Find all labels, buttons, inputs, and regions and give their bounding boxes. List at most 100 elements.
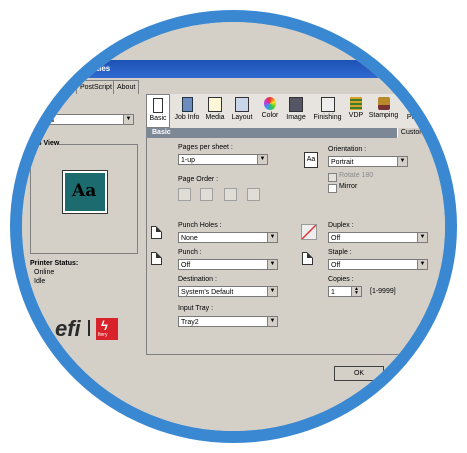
pages-per-sheet-label: Pages per sheet :	[178, 144, 233, 151]
chevron-down-icon: ▼	[267, 260, 277, 269]
toolbar-layout[interactable]: Layout	[228, 94, 256, 128]
orientation-value: Portrait	[331, 159, 354, 166]
fiery-logo: ϟ fiery	[96, 318, 118, 340]
punch-holes-label: Punch Holes :	[178, 222, 222, 229]
punch-select[interactable]: Off ▼	[178, 259, 278, 270]
tab-postscript[interactable]: PostScript	[76, 80, 116, 94]
ok-button[interactable]: OK	[334, 366, 384, 381]
duplex-select[interactable]: Off ▼	[328, 232, 428, 243]
duplex-value: Off	[331, 235, 341, 242]
toolbar-printer-label: Printe	[406, 114, 426, 121]
duplex-label: Duplex :	[328, 222, 354, 229]
tab-strip: PostScript About	[22, 78, 150, 94]
status-online: Online	[34, 269, 55, 276]
chevron-down-icon: ▼	[267, 233, 277, 242]
punch-value: Off	[181, 262, 191, 269]
mirror-checkbox[interactable]	[328, 184, 337, 193]
page-order-label: Page Order :	[178, 176, 219, 183]
section-header: Basic Customize	[146, 128, 445, 138]
vdp-icon	[350, 97, 362, 110]
lightning-icon: ϟ	[101, 318, 108, 333]
stamping-icon	[377, 97, 390, 110]
rotate-checkbox[interactable]	[328, 173, 337, 182]
toolbar-vdp[interactable]: VDP	[346, 94, 366, 128]
finishing-icon	[320, 97, 335, 112]
toolbar-basic-label: Basic	[149, 115, 167, 122]
toolbar-stamping-label: Stamping	[368, 112, 399, 119]
window-title: perties	[84, 64, 111, 73]
staple-label: Staple :	[328, 249, 352, 256]
chevron-down-icon: ▼	[417, 233, 427, 242]
staple-icon	[302, 252, 313, 265]
destination-label: Destination :	[178, 276, 217, 283]
properties-window: perties PostScript About ntitled ▼ ob Vi…	[22, 22, 445, 431]
toolbar-stamping[interactable]: Stamping	[367, 94, 400, 128]
toolbar-media-label: Media	[205, 114, 225, 121]
job-select[interactable]: ntitled ▼	[30, 114, 134, 125]
job-info-icon	[181, 97, 193, 112]
input-tray-value: Tray2	[181, 319, 199, 326]
title-bar: perties	[22, 60, 445, 78]
page-order-option-3[interactable]	[224, 188, 237, 201]
job-view-group: ob View Aa	[30, 140, 138, 254]
input-tray-select[interactable]: Tray2 ▼	[178, 316, 278, 327]
punch-label: Punch :	[178, 249, 202, 256]
chevron-down-icon: ▼	[417, 260, 427, 269]
punch-holes-select[interactable]: None ▼	[178, 232, 278, 243]
customize-button[interactable]: Customize	[396, 128, 437, 138]
page-order-option-1[interactable]	[178, 188, 191, 201]
fiery-text: fiery	[98, 332, 108, 338]
toolbar-image[interactable]: Image	[283, 94, 309, 128]
left-panel: ntitled ▼ ob View Aa Printer Status: Onl…	[22, 94, 147, 354]
toolbar-layout-label: Layout	[231, 114, 253, 121]
toolbar-color[interactable]: Color	[258, 94, 282, 128]
staple-select[interactable]: Off ▼	[328, 259, 428, 270]
mirror-label: Mirror	[339, 183, 358, 190]
category-toolbar: Basic Job Info Media Layout Color Image	[146, 94, 445, 128]
job-view-label: ob View	[33, 140, 60, 147]
pages-per-sheet-select[interactable]: 1-up ▼	[178, 154, 268, 165]
color-icon	[264, 97, 276, 110]
copies-range: [1-9999]	[370, 288, 396, 295]
chevron-down-icon: ▼	[267, 287, 277, 296]
status-idle: Idle	[34, 278, 46, 285]
toolbar-basic[interactable]: Basic	[146, 94, 170, 128]
orientation-select[interactable]: Portrait ▼	[328, 156, 408, 167]
chevron-down-icon: ▼	[257, 155, 267, 164]
chevron-down-icon: ▼	[123, 115, 133, 124]
destination-select[interactable]: System's Default ▼	[178, 286, 278, 297]
job-select-value: ntitled	[33, 117, 54, 124]
toolbar-printer[interactable]: Printe	[402, 94, 430, 128]
toolbar-media[interactable]: Media	[203, 94, 227, 128]
toolbar-color-label: Color	[261, 112, 279, 119]
tab-about[interactable]: About	[113, 80, 140, 94]
cancel-button[interactable]	[388, 366, 430, 381]
punch-holes-icon	[151, 226, 162, 239]
punch-icon	[151, 252, 162, 265]
toolbar-finishing-label: Finishing	[313, 114, 342, 121]
destination-value: System's Default	[181, 289, 234, 296]
orientation-label: Orientation :	[328, 146, 367, 153]
chevron-down-icon: ▼	[397, 157, 407, 166]
printer-icon	[409, 97, 423, 112]
copies-input[interactable]: 1 ▲ ▼	[328, 286, 362, 297]
toolbar-job-info[interactable]: Job Info	[172, 94, 202, 128]
toolbar-vdp-label: VDP	[348, 112, 364, 119]
toolbar-finishing[interactable]: Finishing	[311, 94, 344, 128]
logo-divider	[88, 320, 90, 336]
layout-icon	[235, 97, 249, 112]
spinner-arrows-icon[interactable]: ▲ ▼	[351, 287, 361, 296]
punch-holes-value: None	[181, 235, 198, 242]
media-icon	[208, 97, 222, 112]
document-preview: Aa	[63, 171, 107, 213]
section-title: Basic	[152, 129, 171, 136]
duplex-disabled-icon	[301, 224, 317, 240]
rotate-label: Rotate 180	[339, 172, 374, 179]
orientation-icon: Aa	[304, 152, 318, 168]
toolbar-job-info-label: Job Info	[174, 114, 200, 121]
footer-divider	[146, 354, 445, 355]
page-order-option-2[interactable]	[200, 188, 213, 201]
page-order-option-4[interactable]	[247, 188, 260, 201]
preview-text: Aa	[72, 181, 97, 201]
copies-label: Copies :	[328, 276, 354, 283]
